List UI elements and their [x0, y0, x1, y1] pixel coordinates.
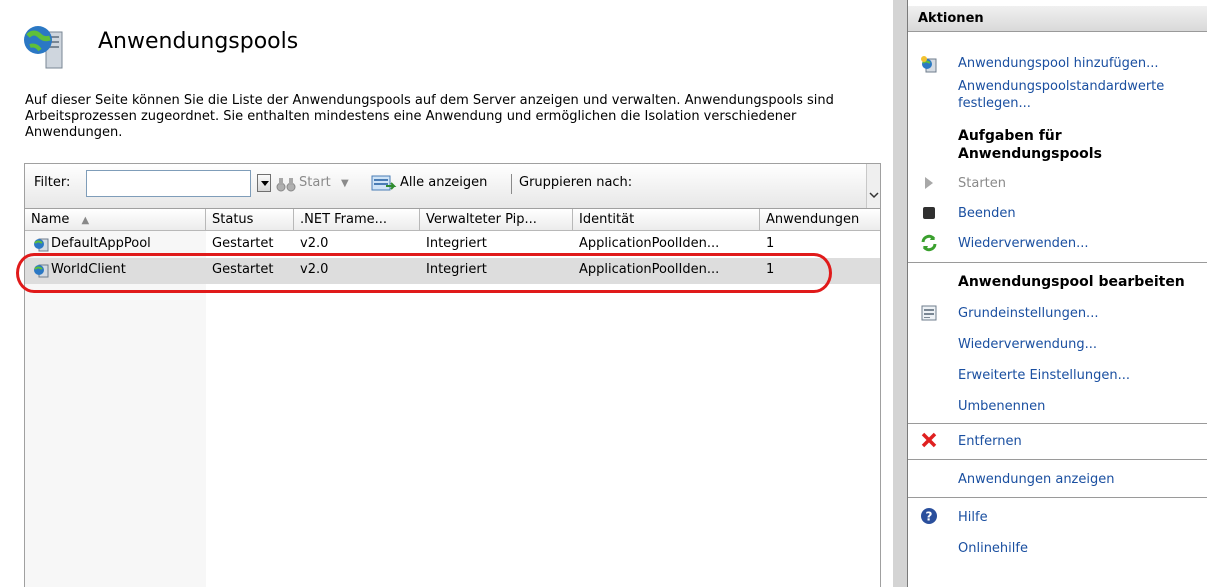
set-defaults-link[interactable]: Anwendungspoolstandardwerte festlegen...: [958, 78, 1164, 112]
filter-label: Filter:: [34, 175, 71, 190]
binoculars-icon: [276, 178, 296, 192]
stop-icon: [923, 207, 935, 219]
filter-input[interactable]: [86, 170, 251, 197]
actions-separator: [908, 497, 1207, 498]
add-app-pool-link[interactable]: Anwendungspool hinzufügen...: [958, 55, 1159, 72]
cell-pipeline: Integriert: [426, 236, 487, 251]
cell-name: WorldClient: [51, 262, 126, 277]
toolbar-separator: [511, 174, 512, 194]
actions-title: Aktionen: [908, 6, 1207, 32]
tasks-heading: Aufgaben für Anwendungspools: [958, 128, 1102, 162]
cell-status: Gestartet: [212, 262, 274, 277]
column-header-net-framework[interactable]: .NET Frame...: [294, 209, 420, 231]
column-header-applications[interactable]: Anwendungen: [760, 209, 880, 231]
table-row-selected[interactable]: WorldClient Gestartet v2.0 Integriert Ap…: [25, 258, 880, 284]
help-icon: ?: [921, 508, 937, 524]
toolbar: Filter: Start ▼ Alle anzeigen Gruppieren…: [24, 163, 881, 209]
rename-link[interactable]: Umbenennen: [958, 398, 1045, 415]
actions-separator: [908, 459, 1207, 460]
column-header-status[interactable]: Status: [206, 209, 294, 231]
actions-separator: [908, 262, 1207, 263]
page-title: Anwendungspools: [98, 29, 299, 54]
recycle-link[interactable]: Wiederverwenden...: [958, 235, 1089, 252]
application-pools-icon: [24, 26, 63, 69]
filter-dropdown-button[interactable]: [257, 174, 271, 192]
start-link[interactable]: Starten: [958, 175, 1006, 192]
advanced-settings-link[interactable]: Erweiterte Einstellungen...: [958, 367, 1130, 384]
view-applications-link[interactable]: Anwendungen anzeigen: [958, 471, 1114, 488]
cell-identity: ApplicationPoolIden...: [579, 236, 720, 251]
add-app-pool-icon: [921, 56, 937, 73]
name-column-background: [25, 231, 206, 587]
actions-separator: [908, 423, 1207, 424]
settings-page-icon: [921, 305, 937, 321]
column-header-identity[interactable]: Identität: [573, 209, 760, 231]
cell-name: DefaultAppPool: [51, 236, 151, 251]
start-filter-button[interactable]: Start: [299, 175, 331, 190]
edit-pool-heading: Anwendungspool bearbeiten: [958, 274, 1185, 290]
cell-pipeline: Integriert: [426, 262, 487, 277]
stop-link[interactable]: Beenden: [958, 205, 1016, 222]
column-header-managed-pipeline[interactable]: Verwalteter Pip...: [420, 209, 573, 231]
start-dropdown-arrow-icon[interactable]: ▼: [341, 178, 349, 189]
show-all-button[interactable]: Alle anzeigen: [400, 175, 487, 190]
svg-text:?: ?: [926, 510, 933, 524]
online-help-link[interactable]: Onlinehilfe: [958, 540, 1028, 557]
main-panel: Anwendungspools Auf dieser Seite können …: [0, 0, 893, 587]
column-header-name[interactable]: Name ▲: [25, 209, 206, 231]
cell-identity: ApplicationPoolIden...: [579, 262, 720, 277]
basic-settings-link[interactable]: Grundeinstellungen...: [958, 305, 1098, 322]
table-row[interactable]: DefaultAppPool Gestartet v2.0 Integriert…: [25, 232, 880, 258]
remove-x-icon: [921, 432, 937, 448]
cell-net-framework: v2.0: [300, 236, 329, 251]
play-icon: [925, 177, 933, 189]
cell-applications: 1: [766, 236, 775, 251]
page-description: Auf dieser Seite können Sie die Liste de…: [25, 93, 834, 140]
recycling-link[interactable]: Wiederverwendung...: [958, 336, 1097, 353]
actions-panel: Aktionen Anwendungspool hinzufügen... An…: [907, 0, 1207, 587]
cell-status: Gestartet: [212, 236, 274, 251]
remove-link[interactable]: Entfernen: [958, 433, 1022, 450]
recycle-icon: [921, 234, 937, 252]
cell-net-framework: v2.0: [300, 262, 329, 277]
group-by-button[interactable]: Gruppieren nach:: [519, 175, 632, 190]
help-link[interactable]: Hilfe: [958, 509, 988, 526]
show-all-icon: [371, 175, 397, 191]
cell-applications: 1: [766, 262, 775, 277]
app-pools-grid: Name ▲ Status .NET Frame... Verwalteter …: [24, 208, 881, 587]
toolbar-overflow-button[interactable]: [866, 164, 880, 209]
sort-ascending-icon: ▲: [81, 215, 90, 226]
grid-header: Name ▲ Status .NET Frame... Verwalteter …: [25, 209, 880, 231]
chevron-down-icon: [869, 192, 879, 199]
